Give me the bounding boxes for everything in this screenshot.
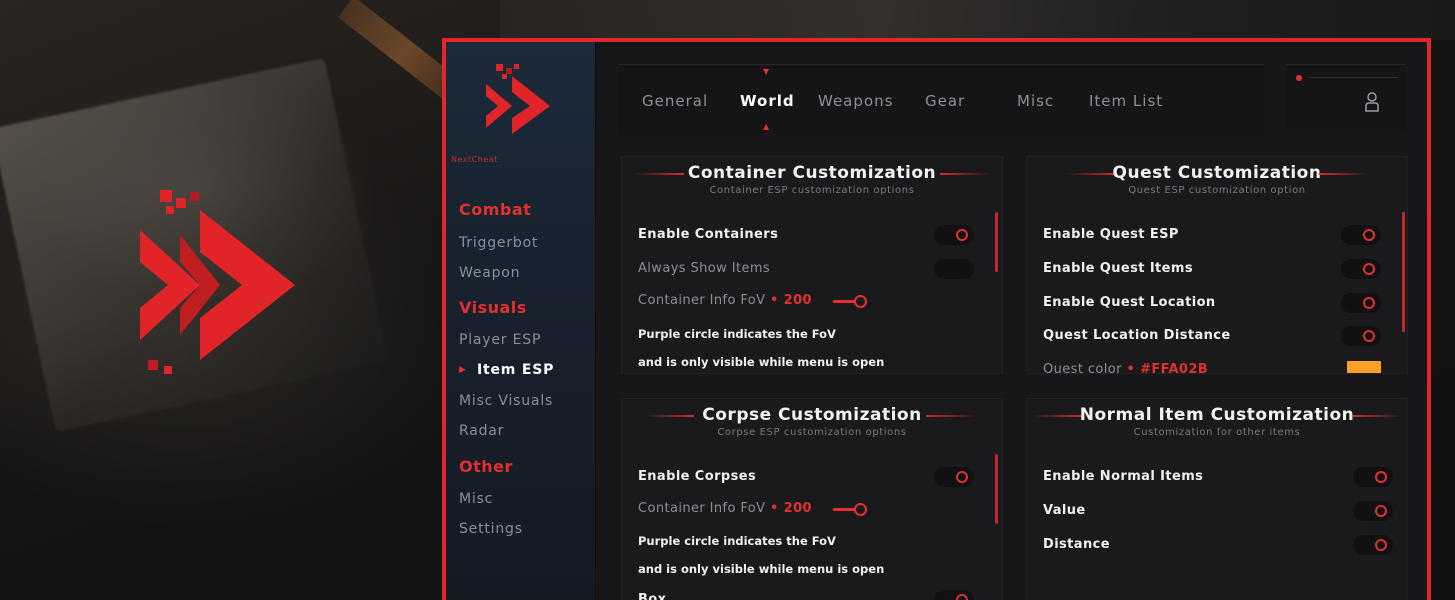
sidebar: NextCheat Combat Triggerbot Weapon Visua… bbox=[446, 42, 596, 600]
always-show-items-label: Always Show Items bbox=[638, 261, 771, 276]
quest-location-distance-toggle[interactable] bbox=[1341, 326, 1381, 346]
tab-gear[interactable]: Gear bbox=[925, 92, 965, 110]
enable-quest-location-toggle[interactable] bbox=[1341, 293, 1381, 313]
corpse-fov-slider-handle[interactable] bbox=[854, 503, 867, 516]
distance-label: Distance bbox=[1043, 537, 1110, 552]
brand-logo-icon bbox=[486, 64, 550, 134]
tab-world[interactable]: World bbox=[740, 92, 795, 110]
sidebar-item-player-esp[interactable]: Player ESP bbox=[459, 332, 541, 348]
fov-note-line-1: Purple circle indicates the FoV bbox=[638, 534, 836, 548]
panel-subtitle: Quest ESP customization option bbox=[1128, 185, 1306, 196]
panel-scrollbar[interactable] bbox=[995, 454, 998, 524]
enable-quest-esp-toggle[interactable] bbox=[1341, 225, 1381, 245]
sidebar-item-triggerbot[interactable]: Triggerbot bbox=[459, 235, 538, 251]
title-line-right bbox=[926, 415, 976, 417]
corpse-fov-row: Container Info FoV • 200 bbox=[638, 501, 812, 516]
sidebar-item-misc[interactable]: Misc bbox=[459, 491, 493, 507]
sidebar-section-other: Other bbox=[459, 457, 513, 476]
quest-color-row: Quest color • #FFA02B bbox=[1043, 362, 1209, 374]
title-line-right bbox=[1319, 173, 1369, 175]
brand-logo-large bbox=[140, 190, 295, 374]
corpse-fov-value: 200 bbox=[783, 501, 812, 516]
sidebar-item-item-esp[interactable]: Item ESP bbox=[477, 362, 554, 378]
status-dot bbox=[1296, 75, 1302, 81]
distance-toggle[interactable] bbox=[1353, 535, 1393, 555]
quest-color-value: #FFA02B bbox=[1140, 362, 1209, 374]
panel-subtitle: Container ESP customization options bbox=[709, 185, 915, 196]
tab-weapons[interactable]: Weapons bbox=[818, 92, 893, 110]
quest-customization-panel: Quest Customization Quest ESP customizat… bbox=[1026, 156, 1408, 374]
normal-item-customization-panel: Normal Item Customization Customization … bbox=[1026, 398, 1408, 600]
user-icon[interactable] bbox=[1364, 91, 1380, 113]
user-box bbox=[1286, 64, 1406, 130]
enable-corpses-toggle[interactable] bbox=[934, 467, 974, 487]
enable-normal-items-label: Enable Normal Items bbox=[1043, 469, 1204, 484]
tab-general[interactable]: General bbox=[642, 92, 708, 110]
tab-item-list[interactable]: Item List bbox=[1089, 92, 1163, 110]
panel-subtitle: Corpse ESP customization options bbox=[717, 427, 907, 438]
enable-normal-items-toggle[interactable] bbox=[1353, 467, 1393, 487]
tab-marker-top-icon: ▼ bbox=[763, 67, 770, 76]
tab-bar: General ▼ World ▲ Weapons Gear Misc Item… bbox=[618, 64, 1264, 134]
title-line-right bbox=[940, 173, 990, 175]
tab-marker-bottom-icon: ▲ bbox=[763, 122, 770, 131]
panel-scrollbar[interactable] bbox=[995, 212, 998, 272]
enable-quest-location-label: Enable Quest Location bbox=[1043, 295, 1216, 310]
fov-note-line-2: and is only visible while menu is open bbox=[638, 355, 885, 369]
fov-note-line-2: and is only visible while menu is open bbox=[638, 562, 885, 576]
container-fov-label: Container Info FoV bbox=[638, 293, 766, 308]
sidebar-item-weapon[interactable]: Weapon bbox=[459, 265, 520, 281]
quest-color-swatch[interactable] bbox=[1347, 361, 1381, 373]
panel-subtitle: Customization for other items bbox=[1133, 427, 1301, 438]
sidebar-item-misc-visuals[interactable]: Misc Visuals bbox=[459, 393, 553, 409]
cheat-menu-window: NextCheat Combat Triggerbot Weapon Visua… bbox=[442, 38, 1431, 600]
active-arrow-icon: ▶ bbox=[459, 365, 466, 375]
container-fov-row: Container Info FoV • 200 bbox=[638, 293, 812, 308]
divider bbox=[1308, 77, 1398, 78]
always-show-items-toggle[interactable] bbox=[934, 259, 974, 279]
corpse-customization-panel: Corpse Customization Corpse ESP customiz… bbox=[621, 398, 1003, 600]
container-customization-panel: Container Customization Container ESP cu… bbox=[621, 156, 1003, 374]
background-shape bbox=[500, 0, 1455, 40]
enable-containers-label: Enable Containers bbox=[638, 227, 779, 242]
panel-scrollbar[interactable] bbox=[1402, 212, 1405, 332]
enable-quest-items-label: Enable Quest Items bbox=[1043, 261, 1193, 276]
sidebar-section-combat: Combat bbox=[459, 200, 532, 219]
value-toggle[interactable] bbox=[1353, 501, 1393, 521]
enable-quest-items-toggle[interactable] bbox=[1341, 259, 1381, 279]
panel-title: Normal Item Customization bbox=[1079, 405, 1355, 425]
container-fov-value: 200 bbox=[783, 293, 812, 308]
sidebar-section-visuals: Visuals bbox=[459, 298, 527, 317]
box-toggle[interactable] bbox=[934, 590, 974, 600]
value-label: Value bbox=[1043, 503, 1086, 518]
enable-corpses-label: Enable Corpses bbox=[638, 469, 757, 484]
quest-location-distance-label: Quest Location Distance bbox=[1043, 328, 1231, 343]
sidebar-item-settings[interactable]: Settings bbox=[459, 521, 523, 537]
title-line-right bbox=[1353, 415, 1403, 417]
tab-misc[interactable]: Misc bbox=[1017, 92, 1054, 110]
fov-note-line-1: Purple circle indicates the FoV bbox=[638, 327, 836, 341]
sidebar-item-radar[interactable]: Radar bbox=[459, 423, 504, 439]
box-label: Box bbox=[638, 592, 667, 600]
corpse-fov-label: Container Info FoV bbox=[638, 501, 766, 516]
container-fov-slider-handle[interactable] bbox=[854, 295, 867, 308]
enable-containers-toggle[interactable] bbox=[934, 225, 974, 245]
enable-quest-esp-label: Enable Quest ESP bbox=[1043, 227, 1179, 242]
quest-color-label: Quest color bbox=[1043, 362, 1122, 374]
brand-name: NextCheat bbox=[451, 155, 498, 164]
